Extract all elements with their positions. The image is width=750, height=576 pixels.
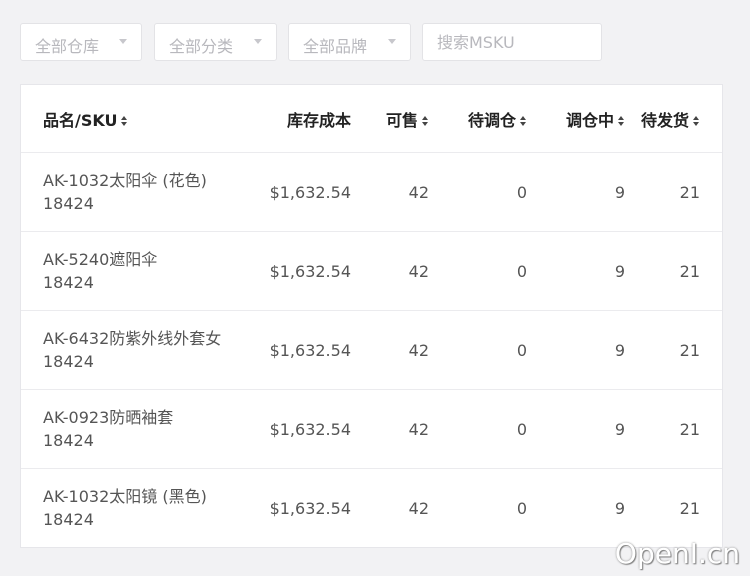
cell-cost: $1,632.54: [253, 231, 351, 311]
brand-select[interactable]: 全部品牌: [288, 23, 411, 61]
column-header-cost: 库存成本: [253, 85, 351, 153]
cell-sellable: 42: [351, 152, 429, 232]
chevron-down-icon: [119, 39, 127, 44]
column-header-label: 待调仓: [467, 110, 516, 130]
sort-icon[interactable]: [121, 115, 128, 127]
table-row[interactable]: AK-5240遮阳伞 18424 $1,632.54 42 0 9 21: [21, 231, 722, 311]
chevron-down-icon: [254, 39, 262, 44]
cell-cost: $1,632.54: [253, 310, 351, 390]
cell-sellable: 42: [351, 389, 429, 469]
cell-pending-ship: 21: [625, 389, 722, 469]
product-sku: 18424: [43, 273, 94, 292]
product-name: AK-1032太阳镜 (黑色): [43, 487, 207, 506]
cell-transferring: 9: [527, 389, 625, 469]
cell-sellable: 42: [351, 231, 429, 311]
product-name: AK-6432防紫外线外套女: [43, 329, 222, 348]
cell-pending-transfer: 0: [516, 498, 527, 518]
table-row[interactable]: AK-1032太阳伞 (花色) 18424 $1,632.54 42 0 9 2…: [21, 152, 722, 232]
inventory-table-card: 品名/SKU 库存成本 可售 待调仓 调仓中 待发货 AK-1032太阳伞 (花…: [20, 84, 723, 548]
msku-search-input[interactable]: [422, 23, 602, 61]
cell-sellable: 42: [408, 498, 429, 518]
table-row[interactable]: AK-6432防紫外线外套女 18424 $1,632.54 42 0 9 21: [21, 310, 722, 390]
warehouse-select-label: 全部仓库: [35, 37, 100, 56]
category-select-label: 全部分类: [169, 37, 234, 56]
column-header-label: 待发货: [640, 110, 689, 130]
column-header-label: 可售: [385, 110, 418, 130]
cell-sellable: 42: [351, 310, 429, 390]
column-header-pending-ship[interactable]: 待发货: [625, 85, 722, 153]
product-sku: 18424: [43, 510, 94, 529]
cell-pending-ship: 21: [625, 310, 722, 390]
cell-cost: $1,632.54: [253, 152, 351, 232]
cell-name-sku: AK-1032太阳镜 (黑色) 18424: [21, 469, 253, 548]
cell-pending-transfer: 0: [429, 389, 527, 469]
inventory-table: 品名/SKU 库存成本 可售 待调仓 调仓中 待发货 AK-1032太阳伞 (花…: [21, 85, 722, 547]
warehouse-select[interactable]: 全部仓库: [20, 23, 142, 61]
product-name: AK-5240遮阳伞: [43, 250, 158, 269]
watermark-logo: OpenI.cn: [614, 537, 740, 570]
table-header-row: 品名/SKU 库存成本 可售 待调仓 调仓中 待发货: [21, 85, 722, 153]
column-header-sellable[interactable]: 可售: [351, 85, 429, 153]
cell-transferring: 9: [614, 498, 625, 518]
product-sku: 18424: [43, 194, 94, 213]
column-header-label: 调仓中: [565, 110, 614, 130]
cell-name-sku: AK-1032太阳伞 (花色) 18424: [21, 152, 253, 232]
cell-pending-transfer: 0: [429, 231, 527, 311]
cell-name-sku: AK-5240遮阳伞 18424: [21, 231, 253, 311]
cell-pending-ship: 21: [625, 231, 722, 311]
cell-name-sku: AK-6432防紫外线外套女 18424: [21, 310, 253, 390]
cell-transferring: 9: [527, 152, 625, 232]
column-header-transferring[interactable]: 调仓中: [527, 85, 625, 153]
product-sku: 18424: [43, 431, 94, 450]
sort-icon[interactable]: [618, 115, 625, 127]
column-header-name-sku[interactable]: 品名/SKU: [21, 85, 253, 153]
column-header-label: 品名/SKU: [43, 110, 118, 130]
table-row[interactable]: AK-0923防晒袖套 18424 $1,632.54 42 0 9 21: [21, 389, 722, 469]
category-select[interactable]: 全部分类: [154, 23, 277, 61]
cell-pending-transfer: 0: [429, 310, 527, 390]
cell-name-sku: AK-0923防晒袖套 18424: [21, 389, 253, 469]
column-header-label: 库存成本: [286, 110, 351, 130]
product-name: AK-1032太阳伞 (花色): [43, 171, 207, 190]
chevron-down-icon: [388, 39, 396, 44]
cell-pending-transfer: 0: [429, 152, 527, 232]
table-row[interactable]: AK-1032太阳镜 (黑色) 18424 $1,632.54 42 0 9 2…: [21, 469, 722, 548]
cell-cost: $1,632.54: [269, 498, 351, 518]
cell-cost: $1,632.54: [253, 389, 351, 469]
column-header-pending-transfer[interactable]: 待调仓: [429, 85, 527, 153]
sort-icon[interactable]: [693, 115, 700, 127]
brand-select-label: 全部品牌: [303, 37, 368, 56]
cell-transferring: 9: [527, 310, 625, 390]
cell-pending-ship: 21: [679, 498, 700, 518]
product-name: AK-0923防晒袖套: [43, 408, 174, 427]
cell-pending-ship: 21: [625, 152, 722, 232]
cell-transferring: 9: [527, 231, 625, 311]
sort-icon[interactable]: [422, 115, 429, 127]
product-sku: 18424: [43, 352, 94, 371]
sort-icon[interactable]: [520, 115, 527, 127]
